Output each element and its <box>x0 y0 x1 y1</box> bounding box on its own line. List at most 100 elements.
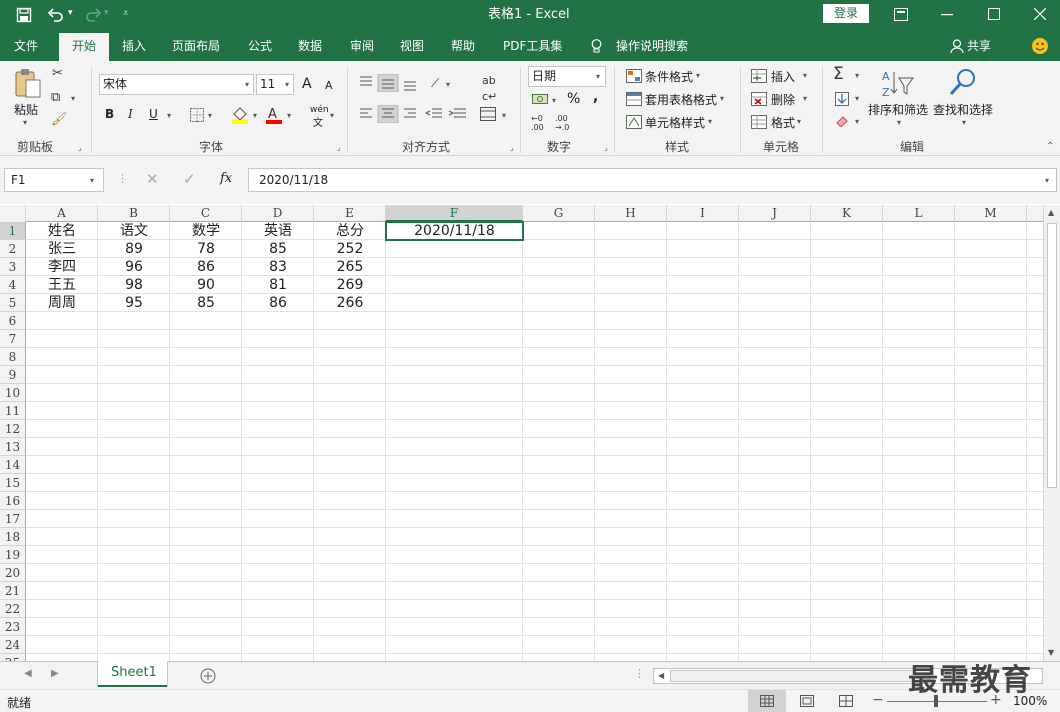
row-header-1[interactable]: 1 <box>0 222 26 240</box>
header-cell[interactable]: 语文 <box>98 222 170 240</box>
header-cell[interactable]: 总分 <box>314 222 386 240</box>
row-header-20[interactable]: 20 <box>0 564 26 582</box>
tab-help[interactable]: 帮助 <box>451 31 475 61</box>
maximize-icon[interactable] <box>988 8 1000 20</box>
row-header-10[interactable]: 10 <box>0 384 26 402</box>
row-header-8[interactable]: 8 <box>0 348 26 366</box>
name-box[interactable]: F1 <box>4 168 104 192</box>
font-size-dropdown-icon[interactable]: ▾ <box>285 80 289 89</box>
share-button[interactable]: 共享 <box>967 31 991 61</box>
copy-icon[interactable]: ⧉ <box>51 90 60 106</box>
increase-decimal-icon[interactable]: ←0.00 <box>531 114 544 132</box>
currency-dropdown-icon[interactable]: ▾ <box>552 96 556 105</box>
data-cell[interactable]: 96 <box>98 258 170 276</box>
row-header-5[interactable]: 5 <box>0 294 26 312</box>
conditional-format-label[interactable]: 条件格式 <box>645 68 693 85</box>
confirm-entry-icon[interactable]: ✓ <box>183 170 196 188</box>
row-header-21[interactable]: 21 <box>0 582 26 600</box>
insert-cells-label[interactable]: 插入 <box>771 68 795 85</box>
currency-icon[interactable] <box>532 92 550 106</box>
shrink-font-button[interactable]: A <box>325 79 333 92</box>
cell-styles-icon[interactable] <box>626 115 642 129</box>
insert-cells-icon[interactable] <box>751 69 767 83</box>
data-cell[interactable]: 周周 <box>26 294 98 312</box>
percent-button[interactable]: % <box>567 91 580 107</box>
format-as-table-label[interactable]: 套用表格格式 <box>645 91 717 108</box>
find-select-icon[interactable] <box>948 67 978 99</box>
vertical-scroll-thumb[interactable] <box>1047 223 1057 488</box>
underline-button[interactable]: U <box>149 107 158 121</box>
cut-icon[interactable]: ✂ <box>52 66 63 82</box>
undo-icon[interactable] <box>47 7 65 23</box>
orientation-dropdown-icon[interactable]: ▾ <box>446 80 450 89</box>
decrease-decimal-icon[interactable]: .00 →.0 <box>555 114 569 132</box>
column-header-a[interactable]: A <box>26 205 98 222</box>
row-header-6[interactable]: 6 <box>0 312 26 330</box>
data-cell[interactable]: 252 <box>314 240 386 258</box>
data-cell[interactable]: 86 <box>170 258 242 276</box>
conditional-format-dropdown-icon[interactable]: ▾ <box>696 71 700 80</box>
row-header-25[interactable]: 25 <box>0 654 26 661</box>
row-header-22[interactable]: 22 <box>0 600 26 618</box>
column-header-l[interactable]: L <box>883 205 955 222</box>
number-format-dropdown-icon[interactable]: ▾ <box>596 72 600 81</box>
row-header-12[interactable]: 12 <box>0 420 26 438</box>
delete-cells-label[interactable]: 删除 <box>771 91 795 108</box>
horizontal-align-icons[interactable] <box>358 105 470 123</box>
collapse-ribbon-icon[interactable]: ⌃ <box>1046 141 1054 152</box>
data-cell[interactable]: 269 <box>314 276 386 294</box>
column-header-i[interactable]: I <box>667 205 739 222</box>
vertical-align-icons[interactable] <box>358 74 428 92</box>
fill-dropdown-icon[interactable]: ▾ <box>855 94 859 103</box>
data-cell[interactable]: 265 <box>314 258 386 276</box>
italic-button[interactable]: I <box>128 107 133 121</box>
column-header-g[interactable]: G <box>523 205 595 222</box>
cancel-entry-icon[interactable]: ✕ <box>146 170 159 188</box>
insert-function-button[interactable]: fx <box>220 171 232 186</box>
select-all-corner[interactable] <box>0 205 26 222</box>
border-dropdown-icon[interactable]: ▾ <box>208 111 212 120</box>
data-cell[interactable]: 98 <box>98 276 170 294</box>
number-format-box[interactable]: 日期 <box>528 66 606 87</box>
data-cell[interactable]: 95 <box>98 294 170 312</box>
row-header-23[interactable]: 23 <box>0 618 26 636</box>
tab-file[interactable]: 文件 <box>14 31 38 61</box>
row-header-9[interactable]: 9 <box>0 366 26 384</box>
column-header-d[interactable]: D <box>242 205 314 222</box>
row-header-17[interactable]: 17 <box>0 510 26 528</box>
fill-color-icon[interactable] <box>231 106 249 124</box>
data-cell[interactable]: 李四 <box>26 258 98 276</box>
formula-input[interactable]: 2020/11/18 <box>248 168 1057 192</box>
page-layout-view-icon[interactable] <box>800 695 814 707</box>
header-cell[interactable]: 数学 <box>170 222 242 240</box>
undo-dropdown-icon[interactable]: ▾ <box>68 4 73 22</box>
fill-icon[interactable] <box>835 92 849 106</box>
autosum-dropdown-icon[interactable]: ▾ <box>855 71 859 80</box>
comma-button[interactable]: , <box>593 89 598 105</box>
paste-dropdown-icon[interactable]: ▾ <box>23 118 27 127</box>
vertical-scrollbar[interactable]: ▲ ▼ <box>1043 205 1060 661</box>
column-header-c[interactable]: C <box>170 205 242 222</box>
zoom-out-button[interactable]: − <box>872 692 884 708</box>
cell-styles-dropdown-icon[interactable]: ▾ <box>708 117 712 126</box>
bold-button[interactable]: B <box>105 107 114 121</box>
grow-font-button[interactable]: A <box>302 76 312 92</box>
phonetic-dropdown-icon[interactable]: ▾ <box>330 111 334 120</box>
alignment-launcher-icon[interactable]: ⌟ <box>510 143 514 152</box>
horizontal-scroll-thumb[interactable] <box>670 670 930 682</box>
column-header-h[interactable]: H <box>595 205 667 222</box>
column-header-j[interactable]: J <box>739 205 811 222</box>
font-color-dropdown-icon[interactable]: ▾ <box>287 111 291 120</box>
close-icon[interactable] <box>1034 8 1046 20</box>
data-cell[interactable]: 90 <box>170 276 242 294</box>
cell-styles-label[interactable]: 单元格样式 <box>645 114 705 131</box>
tab-view[interactable]: 视图 <box>400 31 424 61</box>
data-cell[interactable]: 78 <box>170 240 242 258</box>
sort-filter-label[interactable]: 排序和筛选 <box>868 101 928 118</box>
redo-icon[interactable] <box>84 7 102 23</box>
save-icon[interactable] <box>16 7 32 23</box>
scroll-down-icon[interactable]: ▼ <box>1048 648 1054 657</box>
tab-home[interactable]: 开始 <box>59 33 109 61</box>
row-header-4[interactable]: 4 <box>0 276 26 294</box>
data-cell[interactable]: 89 <box>98 240 170 258</box>
